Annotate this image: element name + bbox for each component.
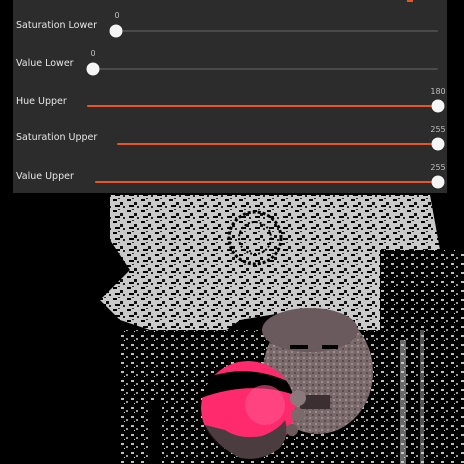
slider-track[interactable] (95, 181, 438, 183)
slider-saturation-lower[interactable]: Saturation Lower 0 (13, 11, 447, 47)
slider-fill (117, 143, 438, 145)
slider-value-upper[interactable]: Value Upper 255 (13, 163, 447, 199)
slider-value-lower[interactable]: Value Lower 0 (13, 49, 447, 85)
slider-value: 255 (430, 163, 446, 172)
slider-saturation-upper[interactable]: Saturation Upper 255 (13, 125, 447, 161)
slider-label: Value Upper (16, 171, 74, 182)
slider-value: 0 (114, 11, 120, 20)
slider-label: Saturation Upper (16, 132, 98, 143)
slider-track[interactable] (116, 30, 438, 32)
slider-fill (95, 181, 438, 183)
opencv-hsv-filter-window: Saturation Lower 0 Value Lower 0 Hue Upp… (0, 0, 464, 464)
slider-value: 180 (430, 87, 446, 96)
slider-thumb[interactable] (431, 99, 445, 113)
slider-fill (87, 105, 438, 107)
slider-label: Hue Upper (16, 96, 67, 107)
slider-thumb[interactable] (109, 24, 123, 38)
slider-track[interactable] (87, 105, 438, 107)
slider-thumb[interactable] (86, 62, 100, 76)
slider-label: Saturation Lower (16, 20, 98, 31)
slider-thumb[interactable] (431, 175, 445, 189)
slider-value: 0 (90, 49, 96, 58)
slider-track[interactable] (117, 143, 438, 145)
accent-mark (407, 0, 413, 2)
trackbar-panel: Saturation Lower 0 Value Lower 0 Hue Upp… (13, 0, 447, 193)
slider-hue-upper[interactable]: Hue Upper 180 (13, 87, 447, 123)
slider-thumb[interactable] (431, 137, 445, 151)
slider-track[interactable] (93, 68, 438, 70)
slider-value: 255 (430, 125, 446, 134)
slider-label: Value Lower (16, 58, 74, 69)
